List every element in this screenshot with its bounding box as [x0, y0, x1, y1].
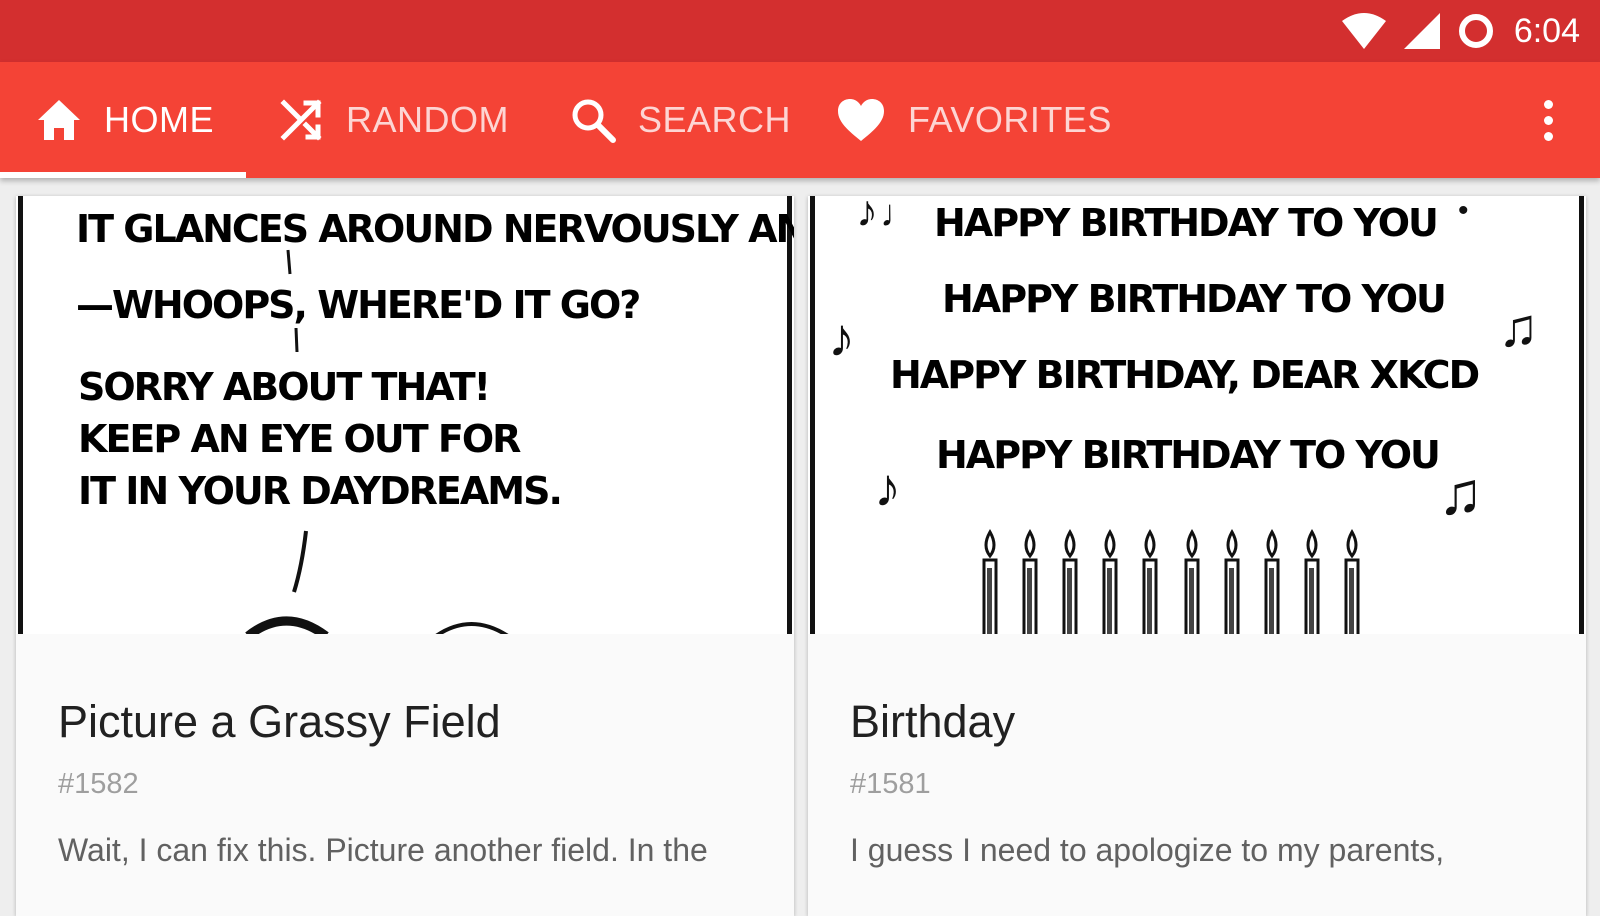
tab-random-label: RANDOM — [346, 99, 509, 140]
status-bar: 6:04 — [0, 0, 1600, 62]
search-icon — [572, 99, 616, 143]
tab-home[interactable]: HOME — [36, 62, 214, 178]
music-note-icon: ♫ — [1438, 460, 1483, 527]
comic-text-line: IT GLANCES AROUND NERVOUSLY AND– — [76, 207, 794, 251]
comic-text-line: HAPPY BIRTHDAY TO YOU — [934, 201, 1437, 245]
overflow-menu-icon[interactable] — [1528, 92, 1568, 148]
shuffle-icon — [280, 99, 322, 141]
comic-text-line: SORRY ABOUT THAT! — [78, 365, 489, 409]
status-time: 6:04 — [1513, 11, 1580, 50]
tab-search-label: SEARCH — [638, 99, 792, 140]
candle-icon — [1142, 528, 1158, 634]
comic-image[interactable]: IT GLANCES AROUND NERVOUSLY AND– —WHOOPS… — [16, 196, 794, 634]
home-icon — [38, 100, 80, 140]
app-bar: HOME RANDOM SEARCH FAVORITES — [0, 62, 1600, 178]
card-title: Picture a Grassy Field — [58, 696, 501, 747]
card-description: I guess I need to apologize to my parent… — [850, 832, 1445, 868]
comic-text-line: HAPPY BIRTHDAY, DEAR XKCD — [890, 353, 1479, 397]
tab-random[interactable]: RANDOM — [280, 62, 509, 178]
comic-drawing: IT GLANCES AROUND NERVOUSLY AND– —WHOOPS… — [76, 207, 794, 634]
music-note-icon: ♪ — [856, 196, 878, 236]
candle-icon — [1022, 528, 1038, 634]
card-number: #1582 — [58, 768, 139, 800]
comic-image[interactable]: HAPPY BIRTHDAY TO YOU HAPPY BIRTHDAY TO … — [808, 196, 1586, 634]
candle-icon — [1304, 528, 1320, 634]
cell-signal-icon — [1403, 13, 1440, 49]
comic-card[interactable]: HAPPY BIRTHDAY TO YOU HAPPY BIRTHDAY TO … — [808, 196, 1586, 916]
card-description: Wait, I can fix this. Picture another fi… — [58, 832, 708, 868]
candle-icon — [1344, 528, 1360, 634]
wifi-icon — [1341, 13, 1386, 49]
candles — [982, 528, 1360, 634]
comic-text-line: IT IN YOUR DAYDREAMS. — [78, 469, 561, 513]
comic-text-line: HAPPY BIRTHDAY TO YOU — [936, 433, 1439, 477]
music-note-icon: • — [1458, 196, 1469, 227]
comic-text-line: HAPPY BIRTHDAY TO YOU — [942, 277, 1445, 321]
music-note-icon: ♪ — [874, 458, 901, 518]
candle-icon — [1102, 528, 1118, 634]
tab-favorites[interactable]: FAVORITES — [836, 62, 1112, 178]
tab-home-label: HOME — [104, 99, 214, 140]
music-note-icon: ♪ — [828, 308, 855, 368]
tab-indicator — [0, 172, 246, 178]
music-note-icon: ♩ — [880, 196, 918, 235]
sync-icon — [1458, 14, 1493, 48]
card-number: #1581 — [850, 768, 931, 800]
tab-search[interactable]: SEARCH — [570, 62, 791, 178]
status-icons: 6:04 — [1340, 0, 1580, 62]
candle-icon — [1184, 528, 1200, 634]
comic-drawing: HAPPY BIRTHDAY TO YOU HAPPY BIRTHDAY TO … — [828, 196, 1539, 634]
comic-text-line: KEEP AN EYE OUT FOR — [78, 417, 521, 461]
candle-icon — [1224, 528, 1240, 634]
card-title: Birthday — [850, 696, 1016, 747]
candle-icon — [1264, 528, 1280, 634]
comic-card[interactable]: IT GLANCES AROUND NERVOUSLY AND– —WHOOPS… — [16, 196, 794, 916]
comic-text-line: —WHOOPS, WHERE'D IT GO? — [76, 283, 639, 327]
tab-favorites-label: FAVORITES — [908, 99, 1112, 140]
music-note-icon: ♫ — [1498, 298, 1539, 358]
heart-icon — [838, 99, 884, 141]
candle-icon — [982, 528, 998, 634]
candle-icon — [1062, 528, 1078, 634]
